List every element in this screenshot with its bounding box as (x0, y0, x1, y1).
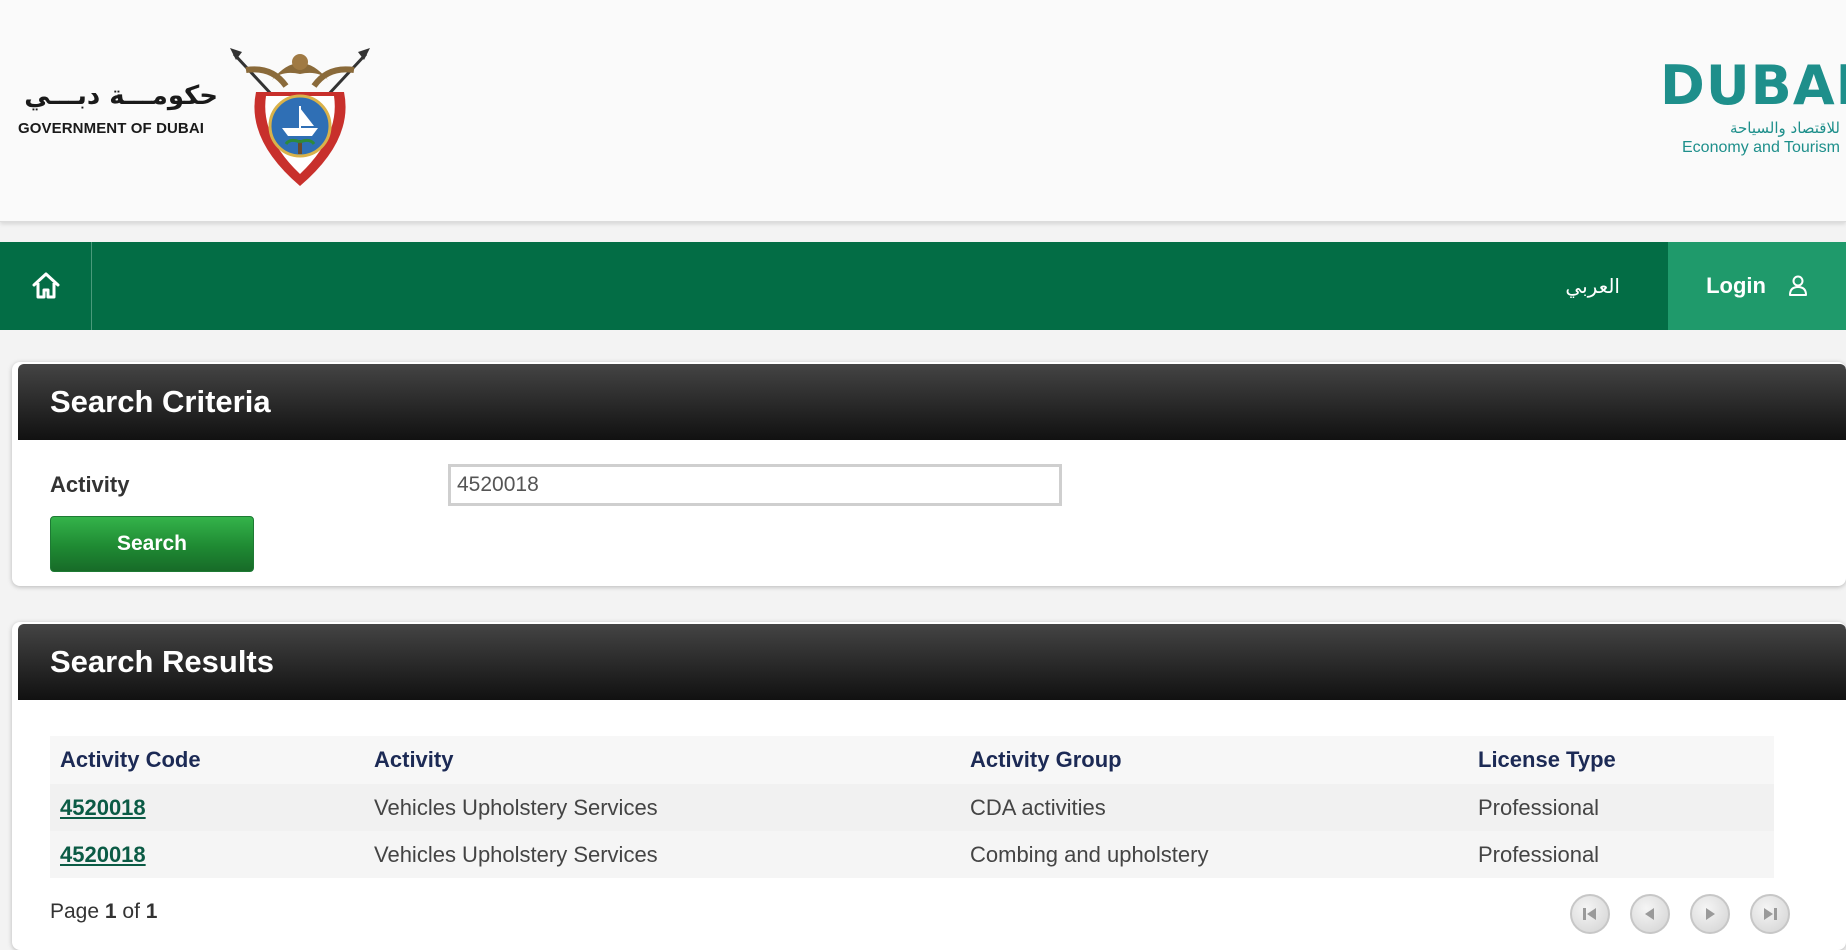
gov-arabic-text: حكومـــة دبـــي (24, 81, 218, 111)
main-navbar: العربي Login (0, 242, 1846, 330)
page-current: 1 (104, 900, 117, 923)
site-header: حكومـــة دبـــي GOVERNMENT OF DUBAI DUBA… (0, 0, 1846, 222)
cell-activity-group: CDA activities (960, 784, 1468, 831)
dubai-economy-tourism-logo[interactable]: DUBAI للاقتصاد والسياحة Economy and Tour… (1660, 54, 1846, 158)
results-table: Activity Code Activity Activity Group Li… (50, 736, 1774, 878)
search-criteria-panel: Search Criteria Activity Search (12, 362, 1846, 586)
page-of: of (122, 900, 140, 923)
table-header-row: Activity Code Activity Activity Group Li… (50, 736, 1774, 784)
last-page-button[interactable] (1750, 894, 1790, 934)
arabic-language-link[interactable]: العربي (1565, 242, 1620, 330)
table-row: 4520018 Vehicles Upholstery Services CDA… (50, 784, 1774, 831)
cell-license-type: Professional (1468, 784, 1774, 831)
page-prefix: Page (50, 900, 100, 923)
column-header-activity-code[interactable]: Activity Code (50, 736, 364, 784)
cell-activity: Vehicles Upholstery Services (364, 784, 960, 831)
cell-activity-code: 4520018 (50, 831, 364, 878)
previous-page-icon (1645, 908, 1654, 920)
home-button[interactable] (0, 242, 92, 330)
dubai-english-subtitle: Economy and Tourism (1682, 139, 1840, 156)
login-label: Login (1706, 273, 1766, 298)
user-icon (1788, 275, 1807, 296)
dubai-wordmark: DUBAI (1660, 54, 1846, 117)
column-header-license-type[interactable]: License Type (1468, 736, 1774, 784)
activity-input[interactable] (448, 464, 1062, 506)
cell-activity-code: 4520018 (50, 784, 364, 831)
activity-code-link[interactable]: 4520018 (60, 795, 146, 820)
home-icon (32, 272, 59, 299)
login-button[interactable]: Login (1668, 242, 1846, 330)
cell-activity-group: Combing and upholstery (960, 831, 1468, 878)
search-button[interactable]: Search (50, 516, 254, 572)
search-criteria-title: Search Criteria (18, 364, 1846, 440)
next-page-button[interactable] (1690, 894, 1730, 934)
dubai-emblem-icon (230, 48, 370, 186)
page-total: 1 (145, 900, 158, 923)
search-results-title: Search Results (18, 624, 1846, 700)
table-row: 4520018 Vehicles Upholstery Services Com… (50, 831, 1774, 878)
search-results-panel: Search Results Activity Code Activity Ac… (12, 622, 1846, 950)
activity-code-link[interactable]: 4520018 (60, 842, 146, 867)
first-page-icon (1583, 908, 1596, 920)
cell-activity: Vehicles Upholstery Services (364, 831, 960, 878)
cell-license-type: Professional (1468, 831, 1774, 878)
page-indicator: Page 1 of 1 (50, 900, 157, 924)
government-of-dubai-logo[interactable]: حكومـــة دبـــي GOVERNMENT OF DUBAI (18, 78, 228, 137)
first-page-button[interactable] (1570, 894, 1610, 934)
activity-label: Activity (50, 472, 130, 497)
dubai-arabic-subtitle: للاقتصاد والسياحة (1729, 119, 1840, 137)
previous-page-button[interactable] (1630, 894, 1670, 934)
last-page-icon (1764, 908, 1777, 920)
gov-english-text: GOVERNMENT OF DUBAI (18, 120, 205, 137)
column-header-activity-group[interactable]: Activity Group (960, 736, 1468, 784)
next-page-icon (1706, 908, 1715, 920)
column-header-activity[interactable]: Activity (364, 736, 960, 784)
